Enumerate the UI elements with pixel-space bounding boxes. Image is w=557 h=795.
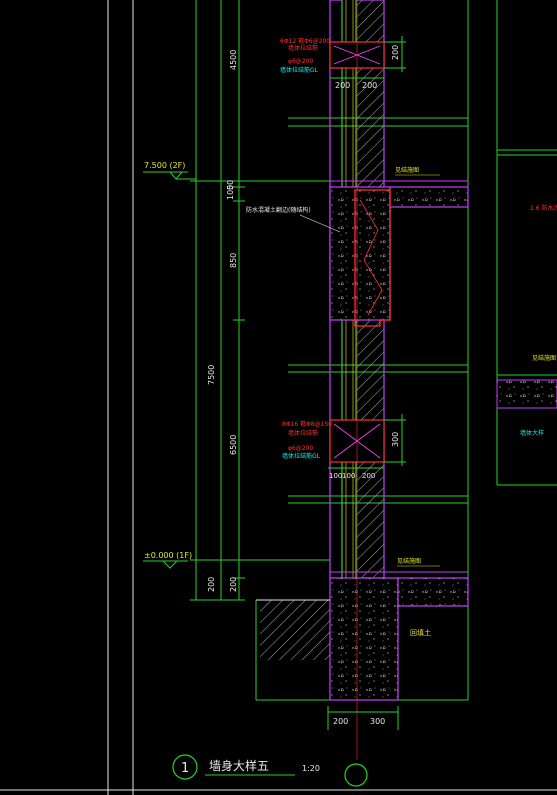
detail-title: 1 墙身大样五 1:20 xyxy=(172,754,320,780)
dim-wall-mid-b: 100 xyxy=(342,472,355,480)
lintel-upper: 6Φ12 箍Φ6@200 墙体拉结筋 φ6@200 墙体拉结筋GL 200 20… xyxy=(280,36,406,90)
dim-bottom-b: 300 xyxy=(370,717,385,726)
level-marker-upper: 7.500 (2F) xyxy=(143,161,196,180)
slab-label-lower: 见结施图 xyxy=(397,557,421,565)
dimension-chain-left xyxy=(190,0,330,601)
lintel2-line3: φ6@200 xyxy=(288,445,313,452)
lintel1-line4: 墙体拉结筋GL xyxy=(280,66,319,74)
dim-wall-top-b: 200 xyxy=(362,81,377,90)
right-partial-detail: 1.6 防水涂料 见结施图 墙体大样 xyxy=(496,0,557,486)
lintel2-line2: 墙体拉结筋 xyxy=(288,429,318,437)
cad-canvas: 7.500 (2F) ±0.000 (1F) 4500 7500 850 650… xyxy=(0,0,557,795)
lintel-lower: 8Φ16 箍Φ8@150 墙体拉结筋 φ6@200 墙体拉结筋GL 300 10… xyxy=(282,414,406,480)
dim-lintel-top: 200 xyxy=(391,45,400,60)
dim-850: 850 xyxy=(229,253,238,268)
right-label1: 见结施图 xyxy=(532,354,556,362)
dim-7500: 7500 xyxy=(207,365,216,385)
dim-slab-a: 200 xyxy=(207,577,216,592)
lintel1-spec: 6Φ12 箍Φ6@200 xyxy=(280,37,330,45)
beam-note: 防水混凝土翻边(随结构) xyxy=(246,206,311,214)
detail-number: 1 xyxy=(181,761,189,776)
level-marker-lower: ±0.000 (1F) xyxy=(143,551,192,569)
slab-label-upper: 见结施图 xyxy=(395,166,419,174)
dim-6500: 6500 xyxy=(229,435,238,455)
detail-scale: 1:20 xyxy=(302,764,320,773)
wall-section-drawing: 7.500 (2F) ±0.000 (1F) 4500 7500 850 650… xyxy=(0,0,557,795)
lintel2-spec: 8Φ16 箍Φ8@150 xyxy=(282,420,332,428)
dim-4500: 4500 xyxy=(229,50,238,70)
dimension-texts: 4500 7500 850 6500 100 50 200 200 xyxy=(207,50,238,592)
dim-wall-mid-a: 100 xyxy=(329,472,342,480)
right-label2: 墙体大样 xyxy=(520,429,544,437)
sheet-border xyxy=(0,0,557,795)
right-note: 1.6 防水涂料 xyxy=(530,204,557,212)
dim-bottom-a: 200 xyxy=(333,717,348,726)
level-lower-label: ±0.000 (1F) xyxy=(144,551,192,560)
dim-wall-mid-c: 200 xyxy=(362,472,375,480)
dim-slab-b: 200 xyxy=(229,577,238,592)
level-upper-label: 7.500 (2F) xyxy=(144,161,185,170)
dim-wall-top-a: 200 xyxy=(335,81,350,90)
lintel2-line4: 墙体拉结筋GL xyxy=(282,452,321,460)
dim-50: 50 xyxy=(226,180,235,190)
lintel1-line2: 墙体拉结筋 xyxy=(288,44,318,52)
axis-bubble xyxy=(344,763,368,787)
detail-title-text: 墙身大样五 xyxy=(209,758,269,773)
dim-lintel-mid: 300 xyxy=(391,432,400,447)
ground-label: 回填土 xyxy=(410,628,431,637)
lintel1-line3: φ6@200 xyxy=(288,58,313,65)
